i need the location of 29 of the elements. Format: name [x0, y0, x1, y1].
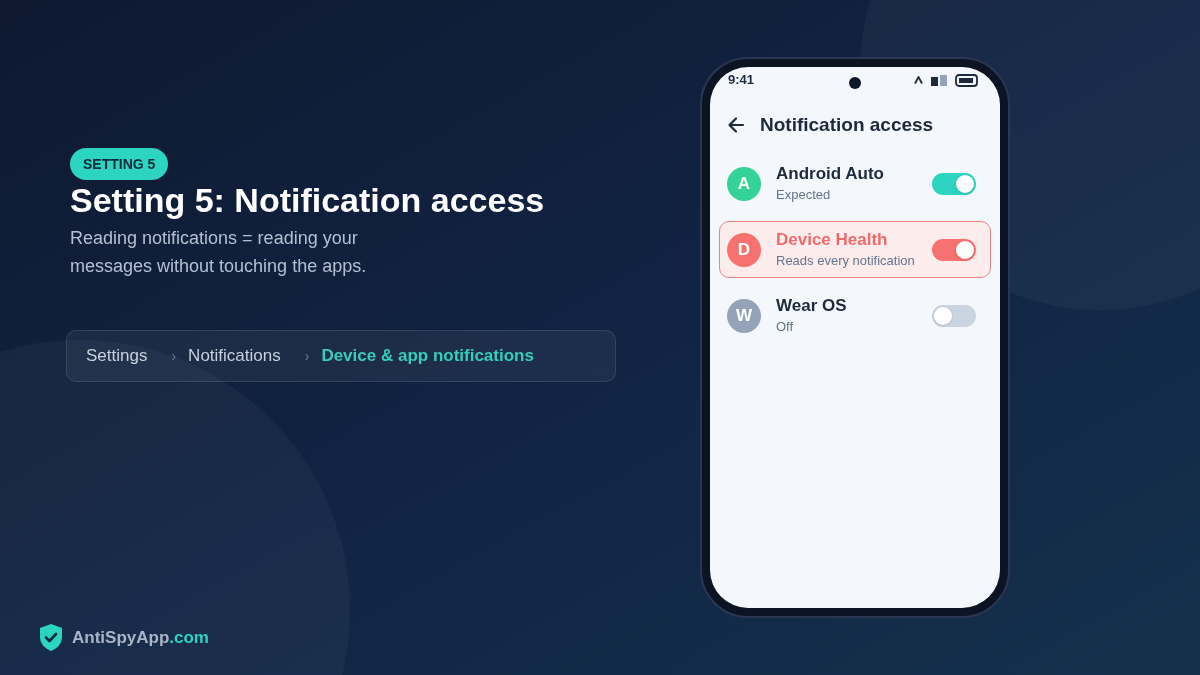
caret-up-icon	[914, 76, 923, 84]
toggle-switch[interactable]	[932, 238, 976, 261]
app-avatar: D	[727, 232, 761, 267]
app-name: Android Auto	[776, 164, 885, 184]
breadcrumb-separator: ›	[171, 346, 177, 366]
app-avatar: W	[727, 298, 761, 333]
back-arrow-icon[interactable]	[727, 116, 745, 134]
app-status: Off	[776, 319, 795, 335]
setting-badge: SETTING 5	[70, 148, 169, 180]
app-status: Expected	[776, 187, 832, 203]
slide-subtitle: Reading notifications = reading your messages without touching the apps.	[70, 227, 368, 278]
toggle-switch[interactable]	[932, 172, 976, 195]
breadcrumb-item[interactable]: Device & app notifications	[321, 343, 534, 369]
camera-cutout-icon	[849, 77, 861, 89]
status-time: 9:41	[728, 71, 755, 90]
shield-check-icon	[40, 624, 62, 651]
app-name: Device Health	[776, 230, 889, 250]
breadcrumb-item[interactable]: Notifications	[188, 343, 281, 369]
brand-name: AntiSpyApp.com	[72, 626, 209, 649]
signal-icon	[931, 74, 947, 86]
app-status: Reads every notification	[776, 253, 916, 269]
breadcrumb-separator: ›	[304, 346, 310, 366]
battery-icon	[955, 73, 978, 87]
screen-title: Notification access	[760, 112, 934, 137]
toggle-switch[interactable]	[932, 304, 976, 327]
breadcrumb-item[interactable]: Settings	[86, 343, 148, 369]
slide-title: Setting 5: Notification access	[70, 180, 546, 220]
app-avatar: A	[727, 166, 761, 201]
app-name: Wear OS	[776, 296, 848, 316]
